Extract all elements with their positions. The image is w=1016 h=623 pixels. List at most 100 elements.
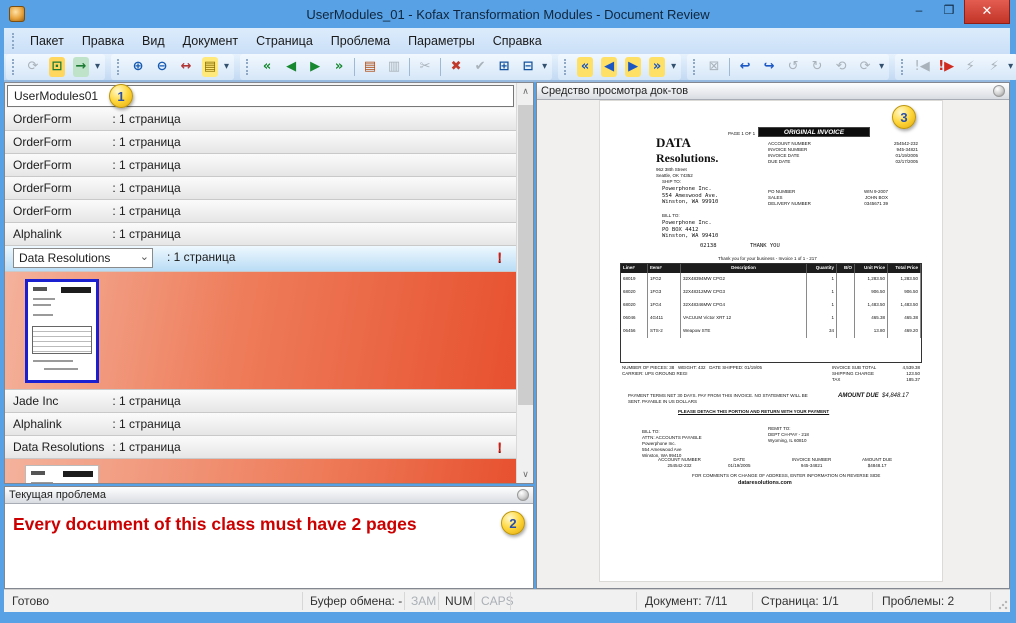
menu-item-Справка[interactable]: Справка <box>484 30 551 52</box>
rotate-right-button[interactable]: ↻ <box>805 56 829 78</box>
toolbar-overflow-icon[interactable]: ▾ <box>540 54 550 80</box>
force-valid-button[interactable]: ⚡ <box>958 56 982 78</box>
scrollbar-thumb[interactable] <box>518 105 533 405</box>
problem-message: Every document of this class must have 2… <box>5 504 533 545</box>
menu-item-Параметры[interactable]: Параметры <box>399 30 484 52</box>
next-page-icon: ▶ <box>625 57 641 77</box>
menu-item-Вид[interactable]: Вид <box>133 30 174 52</box>
last-document-button[interactable]: » <box>327 56 351 78</box>
confirm-button[interactable]: ✔ <box>468 56 492 78</box>
status-indicator-CAPS: CAPS <box>481 594 514 608</box>
suspend-batch-button[interactable]: ⊡ <box>45 56 69 78</box>
minimize-button[interactable]: – <box>904 0 934 22</box>
title-bar[interactable]: UserModules_01 - Kofax Transformation Mo… <box>0 0 1016 28</box>
toolbar-overflow-icon[interactable]: ▾ <box>222 54 232 80</box>
document-pages: : 1 страница <box>167 250 235 264</box>
move-page-next-button[interactable]: ↪ <box>757 56 781 78</box>
move-page-previous-button[interactable]: ↩ <box>733 56 757 78</box>
toolbar-overflow-icon[interactable]: ▾ <box>93 54 103 80</box>
delete-button[interactable]: ✖ <box>444 56 468 78</box>
zoom-out-button[interactable]: ⊖ <box>150 56 174 78</box>
table-cell: Item# <box>648 264 681 273</box>
toolbar-overflow-icon[interactable]: ▾ <box>877 54 887 80</box>
document-row[interactable]: OrderForm : 1 страница <box>5 108 516 131</box>
batch-name-header[interactable]: UserModules01 <box>7 85 514 107</box>
class-combobox[interactable]: Data Resolutions⌄ <box>13 248 153 268</box>
menu-item-Документ[interactable]: Документ <box>174 30 247 52</box>
invoice-logo: Resolutions. <box>656 151 718 166</box>
invoice-page[interactable]: PAGE 1 OF 1DATAResolutions.962 38th Stre… <box>600 101 942 581</box>
rotate-180-button[interactable]: ⟲ <box>829 56 853 78</box>
amount-due-label: AMOUNT DUE <box>838 393 879 399</box>
document-list-scrollbar[interactable]: ∧ ∨ <box>516 83 533 483</box>
scroll-down-icon[interactable]: ∨ <box>517 466 534 483</box>
menu-grip[interactable] <box>12 33 17 49</box>
document-row[interactable]: Alphalink : 1 страница <box>5 223 516 246</box>
invoice-logo-address: 962 38th Street Seattle, OK 74352 <box>656 167 693 179</box>
status-indicator-ЗАМ: ЗАМ <box>411 594 436 608</box>
delete-icon: ✖ <box>448 57 464 77</box>
split-document-button[interactable]: ✂ <box>413 56 437 78</box>
toolbar-grip[interactable] <box>901 59 906 75</box>
rotate-page-button[interactable]: ⟳ <box>853 56 877 78</box>
document-row[interactable]: Alphalink : 1 страница <box>5 413 516 436</box>
next-problem-button[interactable]: !▶ <box>934 56 958 78</box>
next-page-button[interactable]: ▶ <box>621 56 645 78</box>
resize-grip[interactable] <box>998 600 1008 610</box>
toolbar-grip[interactable] <box>693 59 698 75</box>
toolbar-grip[interactable] <box>246 59 251 75</box>
menu-item-Правка[interactable]: Правка <box>73 30 133 52</box>
document-row[interactable]: OrderForm : 1 страница <box>5 177 516 200</box>
prev-page-button[interactable]: ◀ <box>597 56 621 78</box>
first-document-button[interactable]: « <box>255 56 279 78</box>
last-page-button[interactable]: » <box>645 56 669 78</box>
menu-item-Страница[interactable]: Страница <box>247 30 322 52</box>
toolbar-grip[interactable] <box>12 59 17 75</box>
toolbar-overflow-icon[interactable]: ▾ <box>1006 54 1016 80</box>
menu-item-Проблема[interactable]: Проблема <box>322 30 399 52</box>
remove-pages-icon: ⊟ <box>520 57 536 77</box>
document-structure-button[interactable]: ▤ <box>358 56 382 78</box>
page-thumbnail[interactable] <box>25 279 99 383</box>
document-row[interactable]: Data Resolutions⌄: 1 страница! <box>5 246 516 272</box>
invoice-table-row: 060464G411VACUUM Victor XRT 121465.38465… <box>621 312 921 325</box>
page-thumbnail[interactable] <box>25 465 99 483</box>
remove-pages-button[interactable]: ⊟ <box>516 56 540 78</box>
document-class-label: Data Resolutions <box>13 440 109 454</box>
document-row[interactable]: Jade Inc : 1 страница <box>5 390 516 413</box>
scroll-up-icon[interactable]: ∧ <box>517 83 534 100</box>
fit-page-button[interactable]: ↔ <box>174 56 198 78</box>
force-invalid-button[interactable]: ⚡ <box>982 56 1006 78</box>
toolbar-grip[interactable] <box>117 59 122 75</box>
first-page-button[interactable]: « <box>573 56 597 78</box>
document-row[interactable]: OrderForm : 1 страница <box>5 154 516 177</box>
document-row[interactable]: OrderForm : 1 страница <box>5 131 516 154</box>
delete-page-button[interactable]: ⊠ <box>702 56 726 78</box>
add-pages-button[interactable]: ⊞ <box>492 56 516 78</box>
zoom-in-button[interactable]: ⊕ <box>126 56 150 78</box>
refresh-batch-button[interactable]: ⟳ <box>21 56 45 78</box>
rotate-left-button[interactable]: ↺ <box>781 56 805 78</box>
zoom-in-icon: ⊕ <box>130 57 146 77</box>
pin-icon[interactable] <box>517 489 529 501</box>
toolbar-grip[interactable] <box>564 59 569 75</box>
sticky-note-button[interactable]: ▤ <box>198 56 222 78</box>
close-button[interactable]: ✕ <box>964 0 1010 24</box>
pin-icon[interactable] <box>993 85 1005 97</box>
close-batch-button[interactable]: → <box>69 56 93 78</box>
field-value: 02/17/2005 <box>895 159 918 165</box>
document-row[interactable]: Data Resolutions : 1 страница! <box>5 436 516 459</box>
maximize-button[interactable]: ❒ <box>934 0 964 22</box>
table-cell: 68019 <box>621 273 648 286</box>
invoice-detach-line: PLEASE DETACH THIS PORTION AND RETURN WI… <box>678 409 829 415</box>
document-row[interactable]: OrderForm : 1 страница <box>5 200 516 223</box>
thumb-mark <box>44 368 78 370</box>
toolbar-overflow-icon[interactable]: ▾ <box>669 54 679 80</box>
page-structure-button[interactable]: ▥ <box>382 56 406 78</box>
previous-problem-button[interactable]: !◀ <box>910 56 934 78</box>
menu-bar: ПакетПравкаВидДокументСтраницаПроблемаПа… <box>4 28 1010 54</box>
table-cell: 32X48394MW CPG2 <box>681 273 807 286</box>
prev-document-button[interactable]: ◀ <box>279 56 303 78</box>
next-document-button[interactable]: ▶ <box>303 56 327 78</box>
menu-item-Пакет[interactable]: Пакет <box>21 30 73 52</box>
